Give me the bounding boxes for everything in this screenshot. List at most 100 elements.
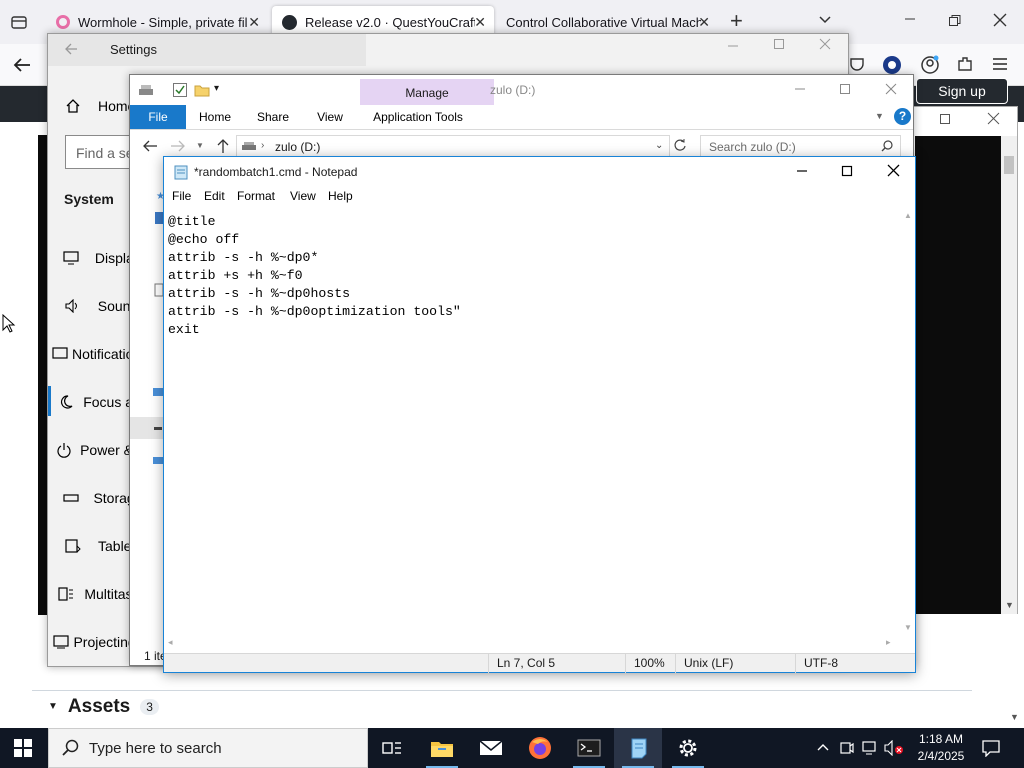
tab-list-icon[interactable] [10,13,28,31]
text-editor[interactable]: @title @echo off attrib -s -h %~dp0* att… [164,209,901,637]
expand-ribbon-icon[interactable]: ▼ [875,111,884,121]
minimize-icon[interactable] [796,165,808,177]
menu-format[interactable]: Format [237,189,275,209]
help-icon[interactable]: ? [894,108,911,125]
sign-up-button[interactable]: Sign up [916,78,1008,104]
settings-nav-sound[interactable]: Sound [48,282,138,330]
address-bar[interactable]: › zulo (D:) ⌄ [236,135,670,157]
address-dropdown-icon[interactable]: ⌄ [655,140,663,151]
vertical-scrollbar[interactable]: ▲ ▼ [901,209,915,637]
ribbon-tab-application-tools[interactable]: Application Tools [362,105,474,129]
forward-arrow-icon[interactable] [170,139,186,153]
back-arrow-icon[interactable] [142,139,158,153]
close-tab-icon[interactable]: ✕ [698,14,710,31]
volume-muted-icon[interactable] [884,740,904,756]
refresh-icon[interactable] [673,138,687,152]
close-icon[interactable] [993,13,1007,27]
minimize-icon[interactable] [727,40,739,52]
extension-badge-icon[interactable] [882,55,902,75]
properties-checkbox-icon[interactable] [172,82,188,98]
maximize-icon[interactable] [841,165,853,177]
menu-file[interactable]: File [172,189,191,209]
page-scroll-down-icon[interactable]: ▼ [1010,712,1019,722]
new-tab-button[interactable]: + [730,8,743,34]
settings-nav-storage[interactable]: Storage [48,474,138,522]
settings-icon[interactable] [664,728,712,768]
file-explorer-icon[interactable] [418,728,466,768]
back-arrow-icon[interactable] [12,56,32,74]
clock-date: 2/4/2025 [917,749,965,763]
minimize-icon[interactable] [903,12,917,26]
terminal-scrollbar[interactable]: ▼ [1001,136,1017,614]
menu-view[interactable]: View [290,189,316,209]
restore-icon[interactable] [948,14,962,28]
terminal-icon[interactable] [565,728,613,768]
task-view-icon[interactable] [368,728,416,768]
scroll-right-icon[interactable]: ▸ [886,637,891,648]
horizontal-scrollbar[interactable]: ◂ ▸ [164,635,901,651]
pocket-icon[interactable] [849,56,865,72]
windows-start-icon[interactable] [14,739,32,757]
scroll-up-icon[interactable]: ▲ [904,211,912,220]
assets-count: 3 [140,698,159,715]
up-arrow-icon[interactable] [216,138,230,154]
ribbon-tab-file[interactable]: File [130,105,186,129]
close-icon[interactable] [885,83,897,95]
settings-nav-focus[interactable]: Focus assist [48,378,138,426]
ribbon-tab-view[interactable]: View [306,105,354,129]
find-setting-input[interactable]: Find a setting [65,135,138,169]
close-icon[interactable] [987,112,1000,125]
maximize-icon[interactable] [839,83,851,95]
close-tab-icon[interactable]: ✕ [474,14,486,31]
taskbar-search-box[interactable]: Type here to search [48,728,368,768]
firefox-icon[interactable] [516,728,564,768]
extensions-puzzle-icon[interactable] [956,55,974,73]
ribbon-tab-home[interactable]: Home [190,105,240,129]
settings-nav-notifications[interactable]: Notifications & actions [48,330,138,378]
customize-toolbar-icon[interactable]: ▾ [214,83,219,94]
manage-contextual-tab[interactable]: Manage [360,79,494,105]
restore-icon[interactable] [939,113,951,125]
scroll-down-icon[interactable]: ▼ [904,623,912,632]
notepad-icon[interactable] [614,728,662,768]
account-icon[interactable] [920,55,940,75]
recent-locations-icon[interactable]: ▼ [196,141,204,150]
menu-edit[interactable]: Edit [204,189,225,209]
breadcrumb-chevron-icon: › [261,140,265,151]
terminal-output[interactable] [915,136,1001,614]
settings-nav-display[interactable]: Display [48,234,138,282]
explorer-search-input[interactable]: Search zulo (D:) [700,135,901,157]
back-arrow-icon[interactable] [64,42,78,56]
app-menu-icon[interactable] [992,56,1008,72]
minimize-icon[interactable] [794,83,806,95]
tab-title: Control Collaborative Virtual Machi [506,14,701,30]
clock-time: 1:18 AM [918,732,964,746]
meet-now-icon[interactable] [840,740,854,756]
new-folder-icon[interactable] [194,82,210,98]
line-ending: Unix (LF) [675,654,795,673]
maximize-icon[interactable] [773,38,785,50]
mail-icon[interactable] [467,728,515,768]
taskbar-clock[interactable]: 1:18 AM 2/4/2025 [906,731,976,765]
drive-icon [138,82,154,98]
ribbon-tab-share[interactable]: Share [248,105,298,129]
search-icon [881,140,893,152]
menu-help[interactable]: Help [328,189,353,209]
settings-nav-projecting[interactable]: Projecting to this PC [48,618,138,666]
settings-nav-multitasking[interactable]: Multitasking [48,570,138,618]
show-hidden-icons-chevron-icon[interactable] [816,741,830,753]
assets-section[interactable]: ▼ Assets 3 [32,690,972,722]
settings-home[interactable]: Home [48,82,138,130]
settings-nav-power[interactable]: Power & sleep [48,426,138,474]
notifications-icon[interactable] [982,739,1000,757]
close-icon[interactable] [819,38,831,50]
search-placeholder: Search zulo (D:) [709,140,796,154]
nav-selection-indicator [48,386,51,416]
close-tab-icon[interactable]: ✕ [248,14,260,31]
network-icon[interactable] [862,740,880,756]
scroll-left-icon[interactable]: ◂ [168,637,173,648]
list-all-tabs-icon[interactable] [818,12,832,26]
close-icon[interactable] [887,164,900,177]
settings-nav-tablet[interactable]: Tablet [48,522,138,570]
selected-drive-item[interactable] [130,417,164,439]
